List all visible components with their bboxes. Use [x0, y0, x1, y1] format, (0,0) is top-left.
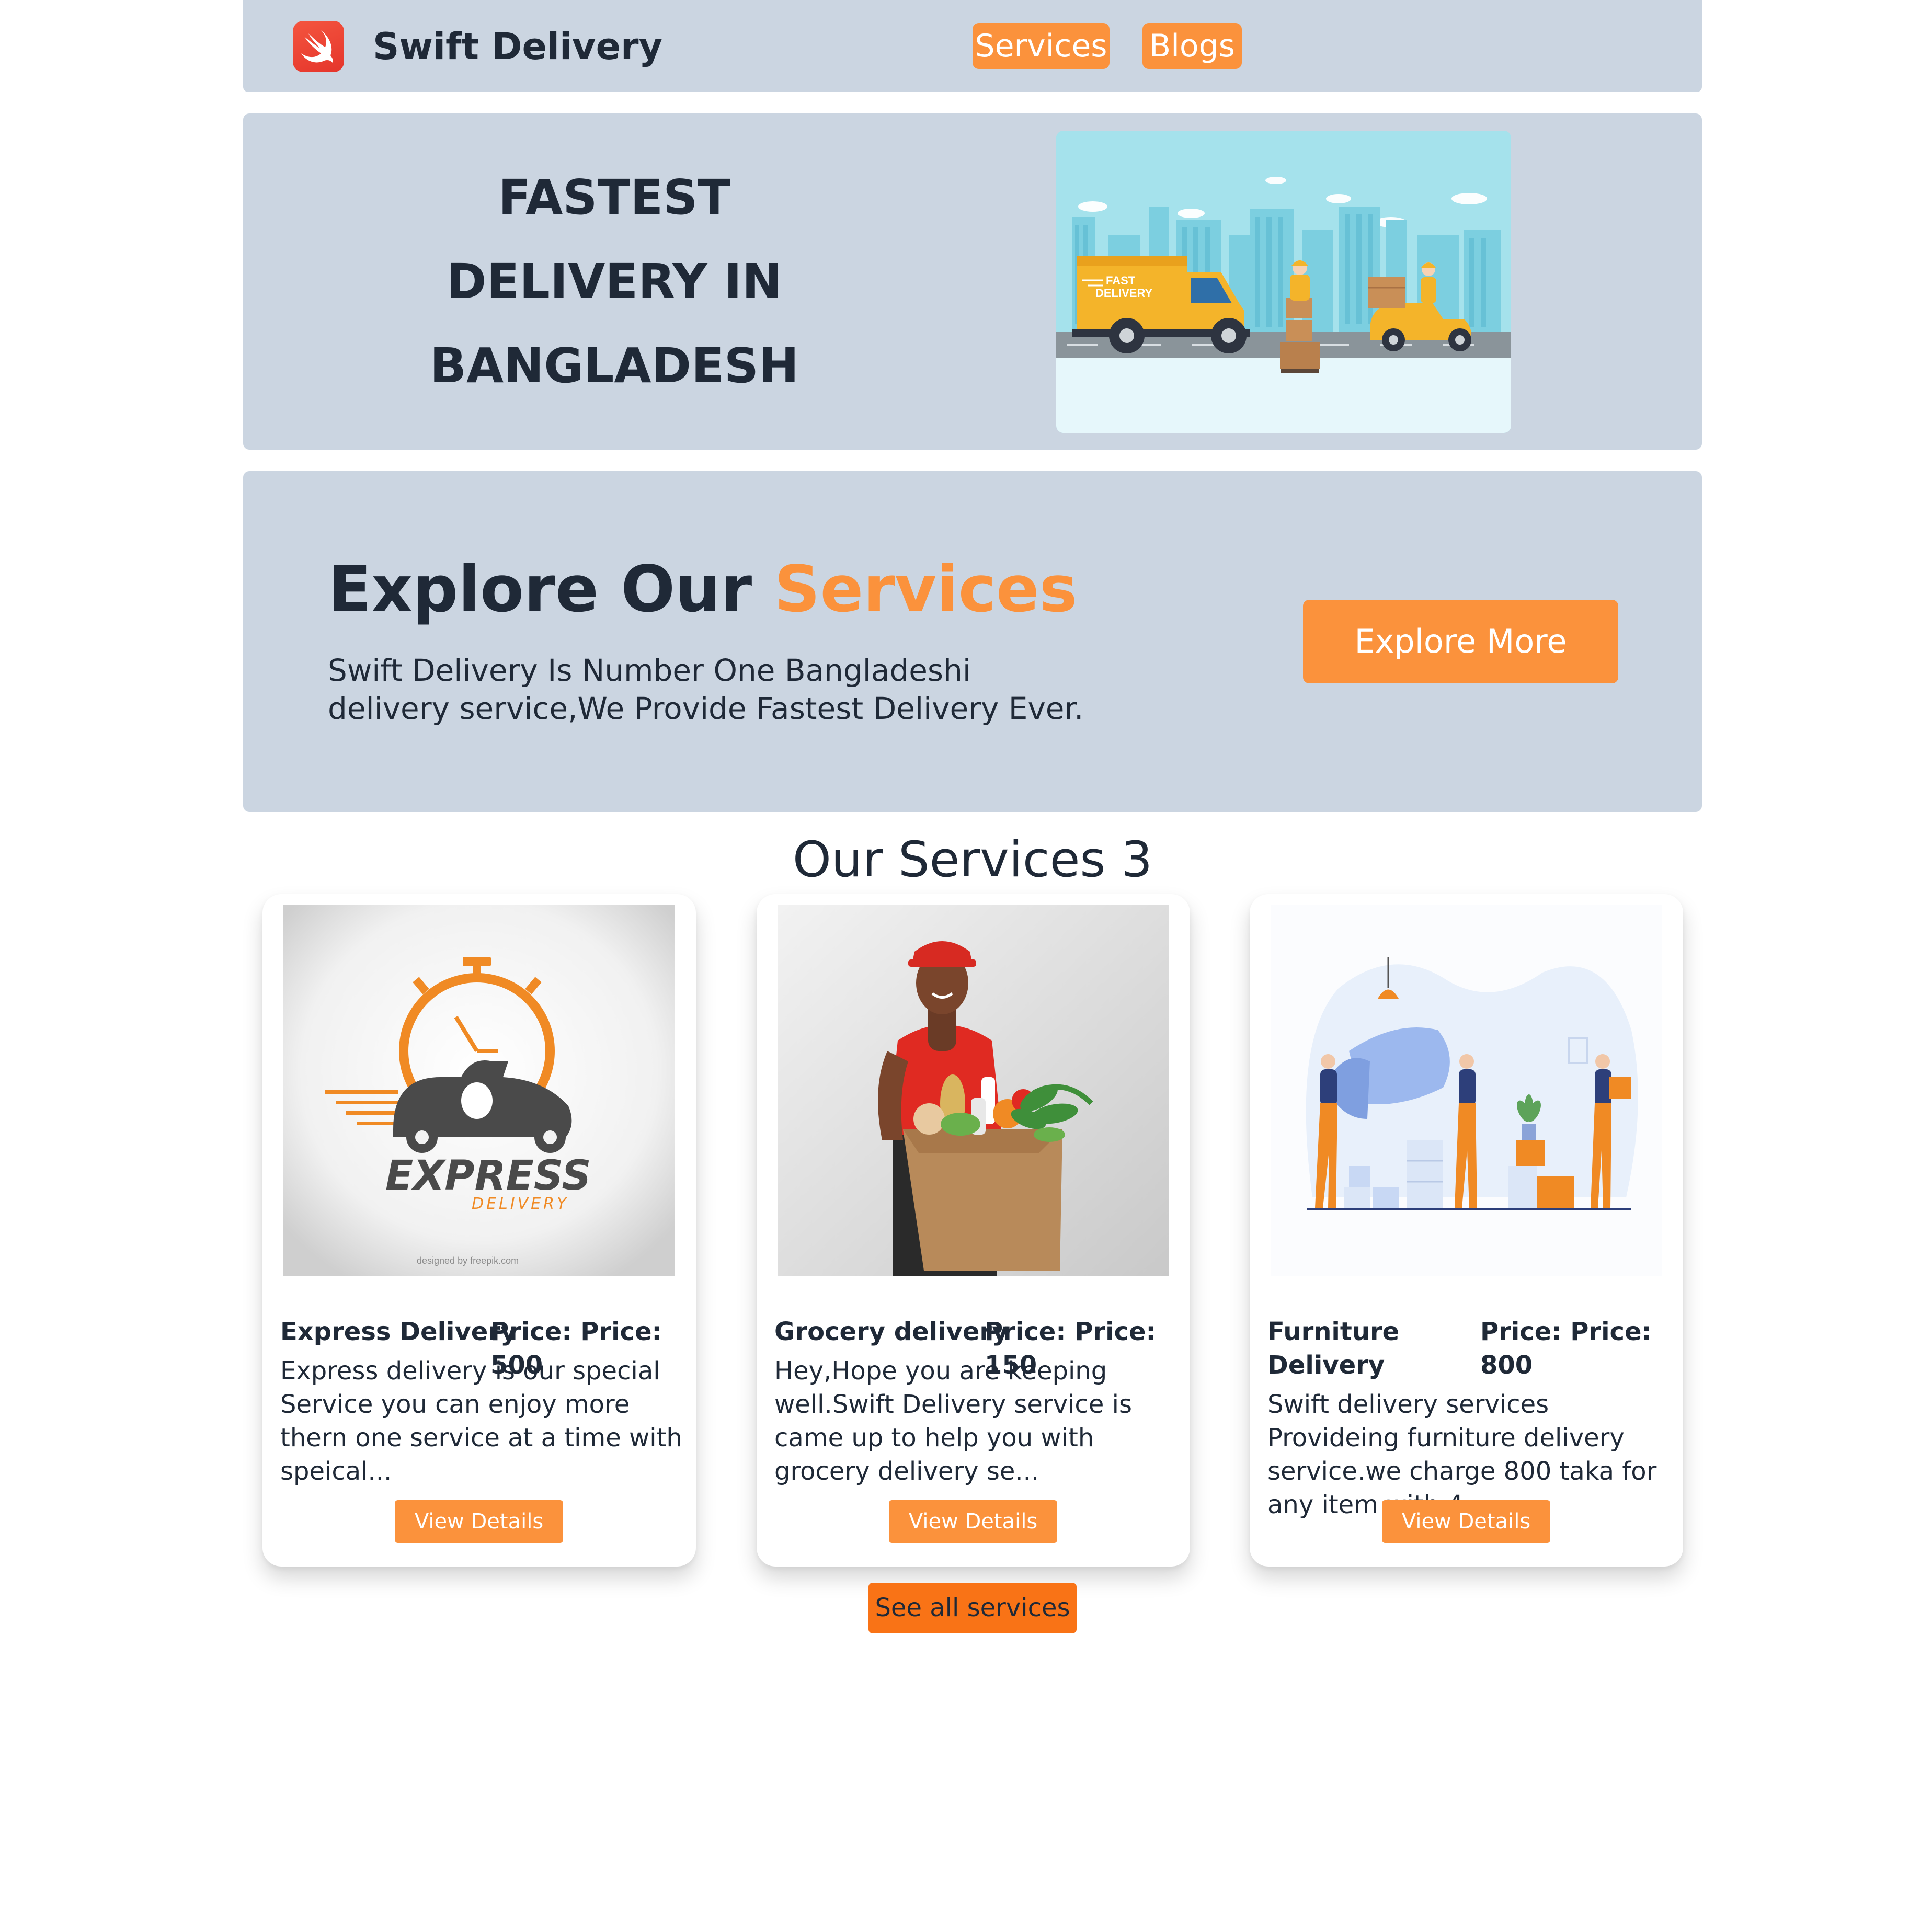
nav-blogs-button[interactable]: Blogs: [1142, 23, 1242, 69]
svg-text:DELIVERY: DELIVERY: [472, 1195, 569, 1213]
grocery-delivery-image: [778, 905, 1169, 1276]
service-name: Furniture Delivery: [1267, 1317, 1400, 1380]
service-name: Express Delivery: [280, 1317, 517, 1346]
svg-text:designed by freepik.com: designed by freepik.com: [417, 1255, 519, 1266]
hero-title: FASTEST DELIVERY IN BANGLADESH: [379, 155, 850, 408]
svg-text:DELIVERY: DELIVERY: [1095, 287, 1153, 300]
hero-title-line: BANGLADESH: [429, 338, 799, 394]
service-price: Price: Price: 800: [1480, 1317, 1652, 1380]
delivery-truck-illustration: FAST DELIVERY: [1056, 131, 1511, 433]
service-card-express: EXPRESS DELIVERY designed by freepik.com…: [262, 894, 696, 1567]
svg-text:EXPRESS: EXPRESS: [385, 1152, 591, 1199]
explore-title: Explore Our Services: [328, 552, 1077, 626]
brand-name[interactable]: Swift Delivery: [373, 25, 662, 68]
view-details-button[interactable]: View Details: [1382, 1500, 1550, 1543]
services-heading: Our Services 3: [792, 831, 1153, 888]
explore-more-button[interactable]: Explore More: [1303, 600, 1618, 683]
navbar: Swift Delivery Services Blogs: [243, 0, 1702, 92]
nav-services-button[interactable]: Services: [973, 23, 1110, 69]
see-all-services-button[interactable]: See all services: [868, 1583, 1077, 1633]
furniture-delivery-image: [1271, 905, 1662, 1276]
service-description: Express delivery is our special Service …: [280, 1356, 682, 1486]
service-description: Hey,Hope you are keeping well.Swift Deli…: [774, 1356, 1132, 1486]
service-card-furniture: Furniture Delivery Price: Price: 800 Swi…: [1250, 894, 1683, 1567]
svg-text:FAST: FAST: [1106, 274, 1136, 287]
hero-title-line: FASTEST: [498, 169, 731, 225]
view-details-button[interactable]: View Details: [889, 1500, 1057, 1543]
service-name: Grocery delivery: [774, 1317, 1009, 1346]
swift-logo-icon[interactable]: [293, 21, 344, 72]
explore-section: Explore Our Services Swift Delivery Is N…: [243, 471, 1702, 812]
view-details-button[interactable]: View Details: [395, 1500, 563, 1543]
hero-title-line: DELIVERY IN: [447, 254, 782, 310]
explore-title-main: Explore Our: [328, 552, 774, 626]
explore-title-accent: Services: [774, 552, 1078, 626]
hero-banner: FASTEST DELIVERY IN BANGLADESH FAST DELI…: [243, 113, 1702, 450]
explore-description: Swift Delivery Is Number One Bangladeshi…: [328, 653, 1084, 726]
express-delivery-image: EXPRESS DELIVERY designed by freepik.com: [283, 905, 675, 1276]
service-card-grocery: Grocery delivery Price: Price: 150 Hey,H…: [757, 894, 1190, 1567]
